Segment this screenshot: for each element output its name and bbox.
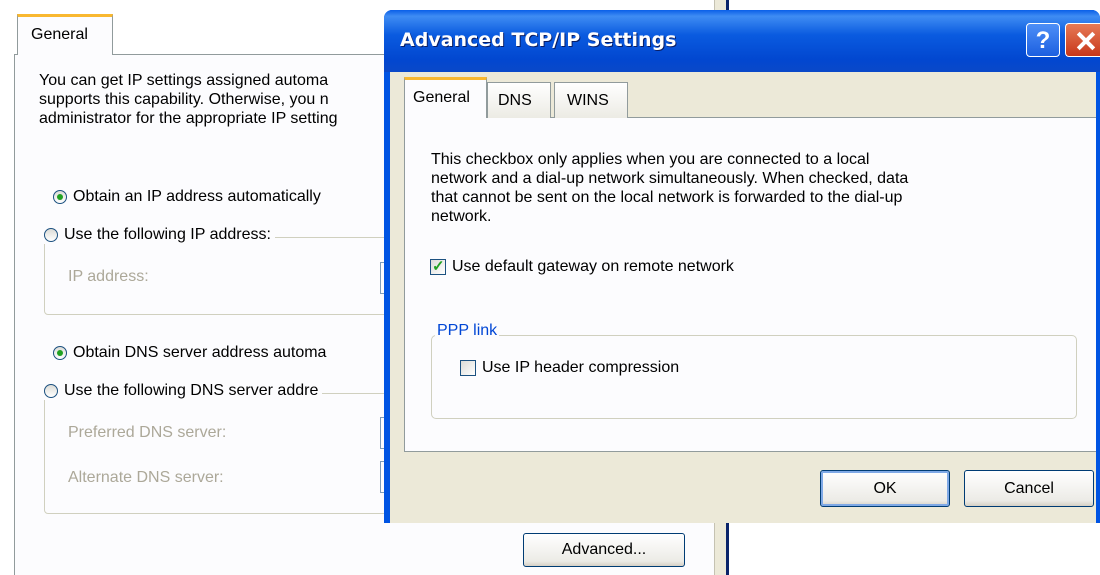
close-icon[interactable] [1065, 23, 1100, 57]
default-gateway-label: Use default gateway on remote network [452, 258, 734, 275]
gateway-description: This checkbox only applies when you are … [431, 150, 1071, 226]
description-line: network. [431, 208, 492, 225]
preferred-dns-label: Preferred DNS server: [68, 424, 227, 441]
alternate-dns-label: Alternate DNS server: [68, 469, 224, 486]
default-gateway-checkbox[interactable]: ✓ Use default gateway on remote network [430, 258, 734, 276]
radio-unselected-icon [44, 384, 58, 398]
cancel-button[interactable]: Cancel [964, 470, 1094, 507]
description-line: that cannot be sent on the local network… [431, 189, 903, 206]
advanced-button[interactable]: Advanced... [523, 533, 685, 567]
ip-header-compression-checkbox[interactable]: Use IP header compression [460, 359, 679, 377]
checkmark-icon: ✓ [432, 258, 445, 275]
radio-unselected-icon [44, 228, 58, 242]
tab-dns[interactable]: DNS [487, 82, 551, 118]
ppp-link-legend: PPP link [435, 322, 500, 340]
advanced-tcpip-dialog: Advanced TCP/IP Settings ? General DNS W… [384, 10, 1100, 523]
ok-button[interactable]: OK [820, 470, 950, 507]
obtain-ip-label: Obtain an IP address automatically [73, 188, 321, 205]
description-line: administrator for the appropriate IP set… [39, 110, 338, 127]
ppp-link-group [431, 335, 1077, 419]
tab-general-label: General [413, 89, 470, 106]
description-line: This checkbox only applies when you are … [431, 151, 870, 168]
tab-dns-label: DNS [498, 92, 532, 109]
radio-selected-icon [53, 190, 67, 204]
use-following-dns-label: Use the following DNS server addre [64, 382, 319, 399]
ip-address-label: IP address: [68, 268, 149, 285]
dialog-title: Advanced TCP/IP Settings [400, 29, 677, 51]
dialog-body: General DNS WINS This checkbox only appl… [390, 72, 1096, 523]
tab-general[interactable]: General [404, 77, 487, 118]
use-following-dns-radio[interactable]: Use the following DNS server addre [44, 382, 323, 400]
obtain-dns-radio[interactable]: Obtain DNS server address automa [53, 344, 331, 362]
help-icon[interactable]: ? [1026, 23, 1060, 57]
obtain-ip-radio[interactable]: Obtain an IP address automatically [53, 188, 325, 206]
tab-general-background[interactable]: General [17, 14, 113, 55]
tab-wins[interactable]: WINS [554, 82, 628, 118]
checkbox-box [460, 360, 476, 376]
ip-settings-description: You can get IP settings assigned automa … [39, 71, 389, 128]
dialog-titlebar[interactable]: Advanced TCP/IP Settings ? [384, 10, 1100, 72]
checkbox-box: ✓ [430, 259, 446, 275]
description-line: network and a dial-up network simultaneo… [431, 170, 909, 187]
description-line: You can get IP settings assigned automa [39, 72, 329, 89]
use-following-ip-label: Use the following IP address: [64, 226, 271, 243]
use-following-ip-radio[interactable]: Use the following IP address: [44, 226, 275, 244]
obtain-dns-label: Obtain DNS server address automa [73, 344, 327, 361]
ip-header-compression-label: Use IP header compression [482, 359, 680, 376]
description-line: supports this capability. Otherwise, you… [39, 91, 329, 108]
radio-selected-icon [53, 346, 67, 360]
tab-wins-label: WINS [567, 92, 609, 109]
tab-general-label: General [31, 26, 88, 43]
